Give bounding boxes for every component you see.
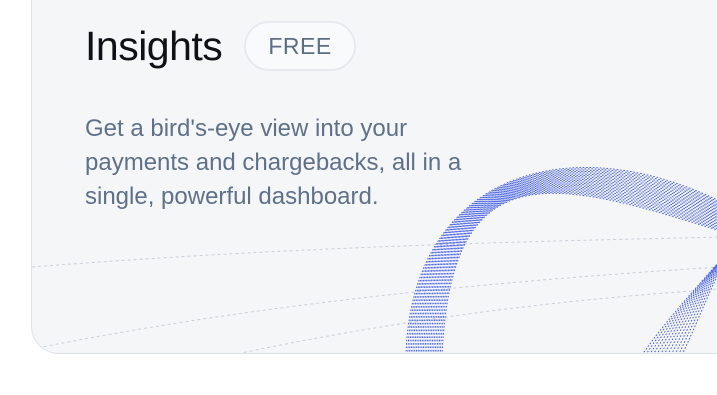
insights-card[interactable]: Insights FREE Get a bird's-eye view into… xyxy=(31,0,717,354)
blue-dotted-arc xyxy=(439,191,717,353)
blue-dotted-arc xyxy=(436,189,717,353)
gray-dashed-curve xyxy=(239,288,717,353)
gray-dashed-curve xyxy=(32,266,717,350)
blue-dotted-arc xyxy=(660,266,717,353)
card-description: Get a bird's-eye view into your payments… xyxy=(85,115,462,210)
blue-dotted-arc xyxy=(667,268,717,353)
title-row: Insights FREE xyxy=(85,21,356,71)
blue-dotted-arc xyxy=(646,263,717,353)
gray-dashed-curve xyxy=(32,236,717,268)
free-badge: FREE xyxy=(244,21,356,71)
card-title: Insights xyxy=(85,22,223,69)
